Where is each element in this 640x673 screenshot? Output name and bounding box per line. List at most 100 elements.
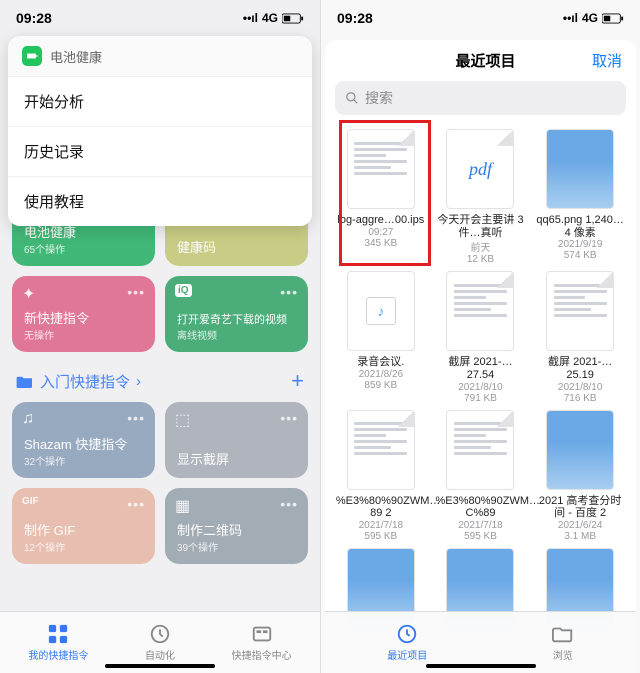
status-time: 09:28 [16,10,52,26]
file-date: 2021/8/10 [558,382,603,393]
file-thumbnail [446,271,514,351]
tab-recent[interactable]: 最近项目 [387,623,427,662]
card-sub: 32个操作 [24,453,143,468]
file-date: 2021/8/26 [359,369,404,380]
file-name: 今天开会主要讲 3 件…真听 [435,214,525,239]
card-title: 新快捷指令 [24,308,143,327]
search-input[interactable]: 搜索 [335,81,626,115]
tab-label: 浏览 [553,647,573,662]
page-title: 最近项目 [379,50,592,71]
shortcut-card[interactable]: ⬚ ••• 显示截屏 [165,402,308,478]
cancel-button[interactable]: 取消 [592,50,622,71]
battery-icon [282,13,304,24]
file-item[interactable]: log-aggre…00.ips09:27345 KB [333,129,429,265]
sheet-item-start-analysis[interactable]: 开始分析 [8,77,312,127]
tab-bar: 最近项目 浏览 [325,611,636,673]
chevron-right-icon: › [136,373,141,390]
file-item[interactable]: %E3%80%90ZWM…89 22021/7/18595 KB [333,410,429,542]
file-date: 09:27 [368,227,393,238]
iqiyi-icon: iQ [175,284,192,297]
card-sub: 65个操作 [24,241,143,256]
card-title: 制作二维码 [177,520,296,539]
file-size: 791 KB [464,393,497,404]
more-icon[interactable]: ••• [280,410,298,426]
files-app-screen: 09:28 ••ıl 4G 最近项目 取消 搜索 log-aggre…00.ip… [320,0,640,673]
files-sheet: 最近项目 取消 搜索 log-aggre…00.ips09:27345 KBpd… [325,40,636,673]
card-title: 制作 GIF [24,520,143,539]
tab-automation[interactable]: 自动化 [145,623,175,662]
gif-icon: GIF [22,496,39,507]
sheet-item-history[interactable]: 历史记录 [8,127,312,177]
sheet-header: 电池健康 [8,36,312,77]
shortcuts-app-screen: 09:28 ••ıl 4G 电池健康 开始分析 历史记录 使用教程 ••• 电池… [0,0,320,673]
file-item[interactable]: 截屏 2021-…27.542021/8/10791 KB [433,271,529,403]
battery-app-icon [22,46,42,66]
shortcut-card[interactable]: GIF ••• 制作 GIF 12个操作 [12,488,155,564]
file-item[interactable]: pdf今天开会主要讲 3 件…真听前天12 KB [433,129,529,265]
shortcut-card[interactable]: ▦ ••• 制作二维码 39个操作 [165,488,308,564]
file-item[interactable]: %E3%80%90ZWM…C%892021/7/18595 KB [433,410,529,542]
search-placeholder: 搜索 [365,88,393,108]
file-thumbnail: ♪ [347,271,415,351]
tab-label: 快捷指令中心 [232,647,292,662]
file-thumbnail [347,410,415,490]
more-icon[interactable]: ••• [127,496,145,512]
home-indicator [426,664,536,668]
signal-icon: ••ıl [563,11,578,25]
file-size: 595 KB [364,531,397,542]
file-thumbnail [347,129,415,209]
card-title: 健康码 [177,237,296,256]
file-name: 录音会议. [357,356,404,369]
file-date: 前天 [470,239,490,254]
shortcut-card[interactable]: iQ ••• 打开爱奇艺下载的视频 离线视频 [165,276,308,352]
waveform-icon: ♫ [22,410,34,428]
file-thumbnail [446,410,514,490]
tab-gallery[interactable]: 快捷指令中心 [232,623,292,662]
add-button[interactable]: + [291,368,304,394]
shortcut-card[interactable]: ✦ ••• 新快捷指令 无操作 [12,276,155,352]
tab-bar: 我的快捷指令 自动化 快捷指令中心 [0,611,320,673]
home-indicator [105,664,215,668]
card-title: 打开爱奇艺下载的视频 [177,311,296,327]
file-size: 859 KB [364,380,397,391]
file-name: qq65.png 1,240…4 像素 [535,214,625,239]
status-time: 09:28 [337,10,373,26]
status-right: ••ıl 4G [563,11,624,25]
more-icon[interactable]: ••• [127,410,145,426]
more-icon[interactable]: ••• [280,496,298,512]
file-thumbnail [546,410,614,490]
file-thumbnail [546,129,614,209]
file-date: 2021/8/10 [458,382,503,393]
file-size: 3.1 MB [564,531,596,542]
file-item[interactable]: 截屏 2021-…25.192021/8/10716 KB [532,271,628,403]
file-name: 2021 高考查分时间 - 百度 2 [535,495,625,520]
section-label: 入门快捷指令 [40,371,130,392]
sheet-app-name: 电池健康 [50,47,102,66]
shortcut-card[interactable]: ♫ ••• Shazam 快捷指令 32个操作 [12,402,155,478]
card-sub: 离线视频 [177,327,296,342]
search-icon [345,91,359,105]
tab-browse[interactable]: 浏览 [552,623,574,662]
file-item[interactable]: 2021 高考查分时间 - 百度 22021/6/243.1 MB [532,410,628,542]
file-name: 截屏 2021-…25.19 [535,356,625,381]
grid-icon [47,623,69,645]
card-title: 显示截屏 [177,449,296,468]
status-bar: 09:28 ••ıl 4G [321,0,640,36]
card-title: Shazam 快捷指令 [24,434,143,453]
action-sheet: 电池健康 开始分析 历史记录 使用教程 [8,36,312,226]
folder-icon [16,374,34,388]
tab-my-shortcuts[interactable]: 我的快捷指令 [28,623,88,662]
file-item[interactable]: qq65.png 1,240…4 像素2021/9/19574 KB [532,129,628,265]
more-icon[interactable]: ••• [280,284,298,300]
section-header[interactable]: 入门快捷指令 › + [12,362,308,402]
file-size: 345 KB [364,238,397,249]
card-sub: 39个操作 [177,539,296,554]
more-icon[interactable]: ••• [127,284,145,300]
file-size: 716 KB [564,393,597,404]
file-name: log-aggre…00.ips [337,214,424,227]
screenshot-icon: ⬚ [175,410,190,430]
files-header: 最近项目 取消 [325,40,636,81]
sheet-item-tutorial[interactable]: 使用教程 [8,177,312,226]
file-item[interactable]: ♪ 录音会议.2021/8/26859 KB [333,271,429,403]
folder-icon [552,623,574,645]
